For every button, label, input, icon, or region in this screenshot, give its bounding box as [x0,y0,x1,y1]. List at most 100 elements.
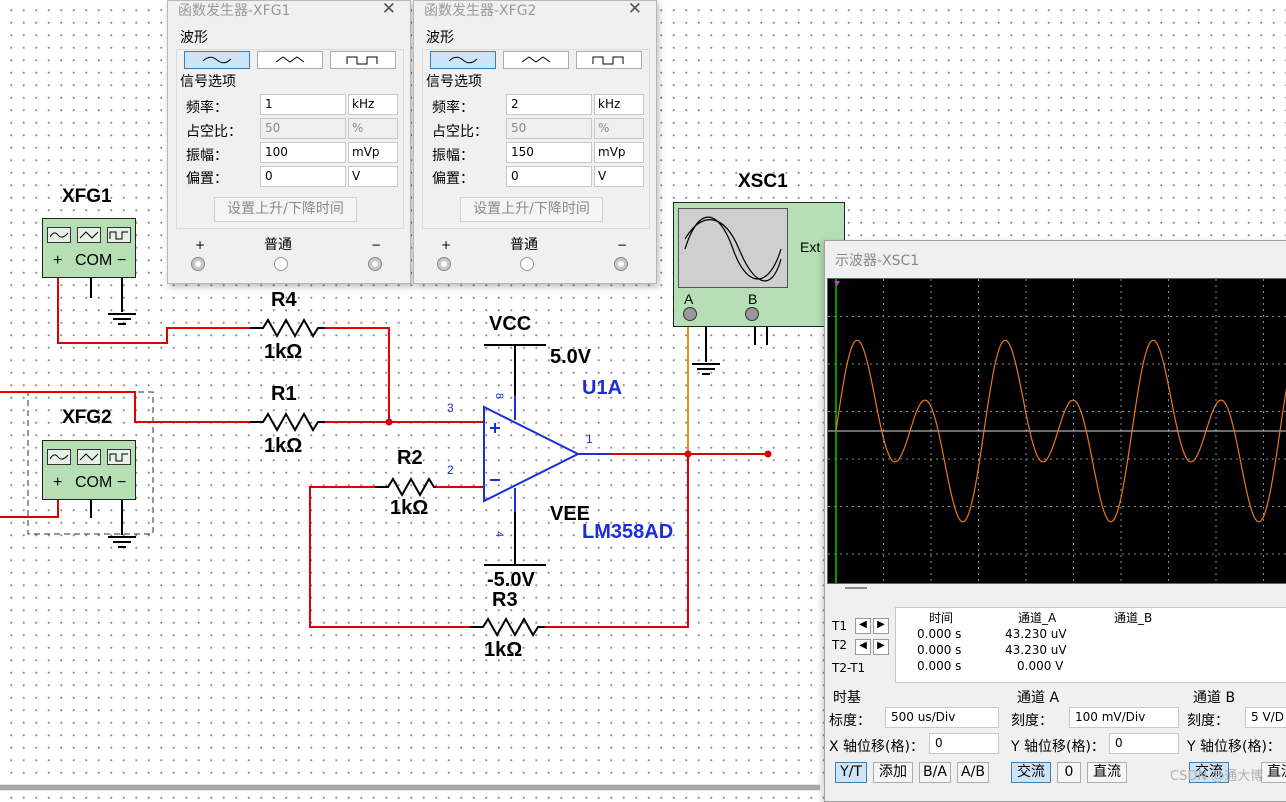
r1-value: 1kΩ [264,435,303,457]
channel-b-scale-input[interactable]: 5 V/D [1245,707,1286,728]
oscilloscope-window: 示波器-XSC1 时间 通道_A 通道_B T1 ◀ ▶ 0.000 s 43.… [824,240,1286,802]
timebase-scale-label: 标度： [829,713,871,729]
amp-label: 振幅： [432,148,474,164]
minus-terminal[interactable] [368,257,382,271]
t1-left-arrow-icon[interactable]: ◀ [855,618,871,634]
duty-unit: % [594,118,644,139]
t2-cha: 43.230 uV [1005,643,1067,657]
r2-body [375,476,436,498]
amp-unit-select[interactable]: mVp [594,142,644,163]
add-mode-button[interactable]: 添加 [873,762,913,783]
t1-right-arrow-icon[interactable]: ▶ [873,618,889,634]
pin-1: 1 [586,432,593,446]
t2-label: T2 [832,638,847,652]
signal-options-label: 信号选项 [426,71,482,91]
ab-mode-button[interactable]: A/B [957,762,989,783]
common-terminal[interactable] [274,257,288,271]
rise-fall-time-button: 设置上升/下降时间 [460,197,603,222]
vcc-label: VCC [489,313,532,335]
scope-screen[interactable] [827,278,1286,584]
t2-right-arrow-icon[interactable]: ▶ [873,639,889,655]
pin-8: 8 [493,392,506,400]
channel-a-ypos-input[interactable]: 0 [1109,733,1179,754]
freq-unit-select[interactable]: kHz [594,94,644,115]
xfg2-plus-terminal: + [53,474,63,491]
yt-mode-button[interactable]: Y/T [835,762,867,783]
t2-left-arrow-icon[interactable]: ◀ [855,639,871,655]
plus-terminal[interactable] [191,257,205,271]
waveform-section-label: 波形 [426,30,454,46]
xsc1-symbol[interactable]: Ext A B [673,202,845,327]
xsc1-ext-label: Ext [800,239,821,255]
r3-body [470,616,545,638]
offset-input[interactable]: 0 [506,166,592,187]
xsc1-a-terminal[interactable] [683,307,697,321]
channel-a-scale-input[interactable]: 100 mV/Div [1069,707,1179,728]
trigger-marker-icon [834,281,840,286]
r1-body [250,411,325,433]
triangle-wave-icon [77,449,101,465]
close-icon[interactable]: ✕ [382,0,396,19]
minus-terminal[interactable] [614,257,628,271]
xfg1-window: 函数发生器-XFG1 ✕ 波形 信号选项 频率： 1 kHz 占空比： 50 %… [167,0,411,284]
timebase-scale-input[interactable]: 500 us/Div [885,707,999,728]
duty-unit: % [348,118,398,139]
duty-input: 50 [260,118,346,139]
freq-input[interactable]: 1 [260,94,346,115]
xsc1-mini-screen [678,208,788,288]
xfg1-symbol[interactable]: + COM − [42,218,136,278]
window-title: 示波器-XSC1 [835,253,920,269]
offset-input[interactable]: 0 [260,166,346,187]
amp-input[interactable]: 150 [506,142,592,163]
xsc1-a-label: A [684,291,694,307]
opamp-triangle [483,405,581,503]
channel-b-ypos-label: Y 轴位移(格)： [1187,739,1281,755]
terminal-minus-label: − [617,238,628,252]
t1-cha: 43.230 uV [1005,627,1067,641]
timebase-section-label: 时基 [833,690,861,706]
freq-input[interactable]: 2 [506,94,592,115]
scope-resize-handle[interactable] [845,587,867,589]
xsc1-ref-label: XSC1 [738,171,788,192]
window-title: 函数发生器-XFG2 [424,3,537,19]
pin-3: 3 [447,401,454,415]
xsc1-b-terminal[interactable] [745,307,759,321]
vee-value: -5.0V [487,569,535,591]
close-icon[interactable]: ✕ [628,0,642,19]
xfg2-ref-label: XFG2 [62,407,112,428]
channel-a-zero-button[interactable]: 0 [1057,762,1081,783]
terminal-plus-label: + [195,238,206,252]
channel-b-dc-button[interactable]: 直流 [1261,762,1286,783]
offset-unit-select[interactable]: V [594,166,644,187]
r4-body [250,317,325,339]
common-terminal[interactable] [520,257,534,271]
window-title: 函数发生器-XFG1 [178,3,291,19]
channel-a-ac-button[interactable]: 交流 [1011,762,1051,783]
offset-label: 偏置： [186,171,228,187]
terminal-common-label: 普通 [264,237,292,253]
channel-b-section-label: 通道 B [1193,690,1236,706]
plus-terminal[interactable] [437,257,451,271]
amp-input[interactable]: 100 [260,142,346,163]
scope-display [828,279,1286,583]
r4-ref: R4 [271,289,297,311]
xfg2-minus-terminal: − [117,474,127,491]
sine-wave-icon [47,227,71,243]
offset-unit-select[interactable]: V [348,166,398,187]
xfg2-symbol[interactable]: + COM − [42,440,136,500]
duty-label: 占空比： [186,124,242,140]
t1-label: T1 [832,619,847,633]
x-position-input[interactable]: 0 [929,733,999,754]
ba-mode-button[interactable]: B/A [919,762,951,783]
output-probe [764,450,772,458]
channel-a-dc-button[interactable]: 直流 [1087,762,1127,783]
r3-value: 1kΩ [484,639,523,661]
t1-time: 0.000 s [917,627,962,641]
readout-header-time: 时间 [929,611,954,625]
amp-label: 振幅： [186,148,228,164]
xfg1-ref-label: XFG1 [62,186,112,207]
horizontal-scrollbar[interactable] [0,784,824,791]
scrollbar-thumb[interactable] [0,785,820,790]
amp-unit-select[interactable]: mVp [348,142,398,163]
freq-unit-select[interactable]: kHz [348,94,398,115]
